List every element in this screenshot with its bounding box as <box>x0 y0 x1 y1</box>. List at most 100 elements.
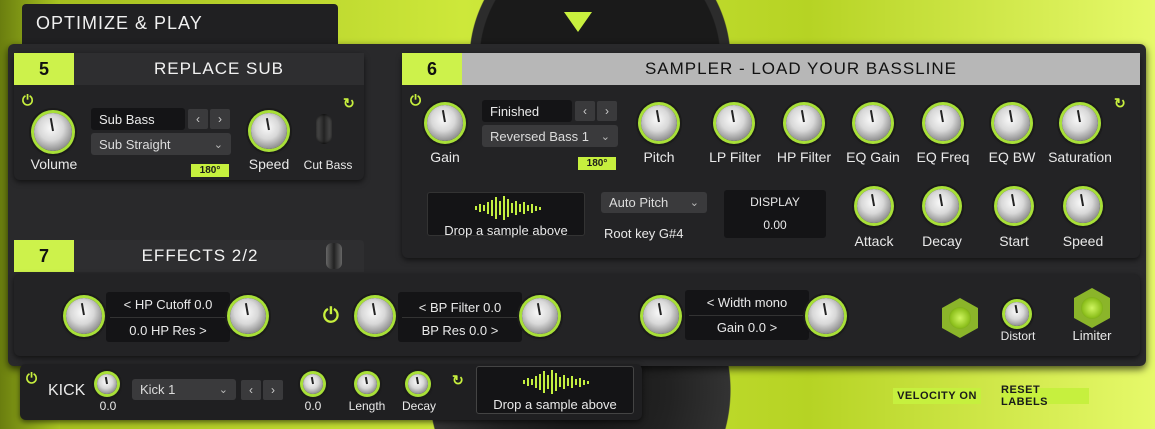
hp-cutoff-knob[interactable] <box>66 298 102 334</box>
kick-preset-value: Kick 1 <box>140 382 176 397</box>
pitch-knob[interactable] <box>641 105 677 141</box>
hp-res-knob[interactable] <box>230 298 266 334</box>
variant-value: Reversed Bass 1 <box>490 128 589 144</box>
drop-zone-label: Drop a sample above <box>493 397 617 412</box>
effects-header: 7 EFFECTS 2/2 <box>14 240 364 272</box>
chevron-down-icon: ⌄ <box>213 138 223 151</box>
volume-knob[interactable] <box>34 113 72 151</box>
distort-label: Distort <box>1000 329 1036 343</box>
eq-gain-label: EQ Gain <box>846 149 900 165</box>
variant-value: Sub Straight <box>99 136 171 152</box>
decay-knob[interactable] <box>925 189 959 223</box>
cut-bass-toggle[interactable] <box>316 114 332 144</box>
volume-label: Volume <box>30 156 78 172</box>
next-kick-button[interactable]: › <box>263 380 283 400</box>
attack-knob[interactable] <box>857 189 891 223</box>
eq-gain-knob[interactable] <box>855 105 891 141</box>
eq-bw-knob[interactable] <box>994 105 1030 141</box>
start-label: Start <box>999 233 1029 249</box>
speed-label: Speed <box>248 156 290 172</box>
reset-labels-button[interactable]: RESET LABELS <box>1001 384 1089 408</box>
kick-decay-knob[interactable] <box>408 374 428 394</box>
bp-filter-knob[interactable] <box>357 298 393 334</box>
power-icon[interactable]: ⏻ <box>323 305 339 328</box>
auto-pitch-value: Auto Pitch <box>609 195 669 210</box>
divider <box>689 315 805 316</box>
saturation-label: Saturation <box>1048 149 1112 165</box>
page-title: OPTIMIZE & PLAY <box>36 13 203 33</box>
gain-value[interactable]: Gain 0.0 > <box>685 320 809 335</box>
cut-bass-label: Cut Bass <box>303 158 353 172</box>
velocity-button[interactable]: VELOCITY ON <box>893 388 981 404</box>
preset-field[interactable]: Sub Bass <box>91 108 185 130</box>
power-icon[interactable]: ⏻ <box>22 92 33 109</box>
kick-volume-knob[interactable] <box>97 374 117 394</box>
speed-knob[interactable] <box>251 113 287 149</box>
variant-dropdown[interactable]: Reversed Bass 1 ⌄ <box>482 125 618 147</box>
refresh-icon[interactable]: ↻ <box>452 372 464 389</box>
auto-pitch-dropdown[interactable]: Auto Pitch ⌄ <box>601 192 707 213</box>
start-knob[interactable] <box>997 189 1031 223</box>
chevron-down-icon: ⌄ <box>218 384 228 396</box>
root-key-label: Root key G#4 <box>604 226 684 241</box>
hp-cutoff-value[interactable]: < HP Cutoff 0.0 <box>106 297 230 312</box>
gain-label: Gain <box>430 149 460 165</box>
lp-filter-label: LP Filter <box>709 149 761 165</box>
variant-dropdown[interactable]: Sub Straight ⌄ <box>91 133 231 155</box>
kick-pitch-value: 0.0 <box>304 399 322 413</box>
width-value[interactable]: < Width mono <box>685 295 809 310</box>
refresh-icon[interactable]: ↻ <box>343 95 355 112</box>
replace-sub-header: 5 REPLACE SUB <box>14 53 364 85</box>
phase-badge[interactable]: 180° <box>191 164 229 177</box>
kick-length-knob[interactable] <box>357 374 377 394</box>
section-number: 6 <box>402 53 462 85</box>
kick-preset-dropdown[interactable]: Kick 1 ⌄ <box>132 379 236 400</box>
bp-res-knob[interactable] <box>522 298 558 334</box>
section-title: SAMPLER - LOAD YOUR BASSLINE <box>644 59 958 78</box>
speed-label: Speed <box>1062 233 1104 249</box>
prev-preset-button[interactable]: ‹ <box>575 101 595 121</box>
hp-filter-label: HP Filter <box>776 149 832 165</box>
section-number: 7 <box>14 240 74 272</box>
divider <box>402 317 518 318</box>
prev-preset-button[interactable]: ‹ <box>188 109 208 129</box>
display-value: 0.00 <box>763 218 787 232</box>
phase-badge[interactable]: 180° <box>578 157 616 170</box>
kick-length-label: Length <box>348 399 386 413</box>
prev-kick-button[interactable]: ‹ <box>241 380 261 400</box>
power-icon[interactable]: ⏻ <box>26 370 37 387</box>
bp-res-value[interactable]: BP Res 0.0 > <box>398 323 522 338</box>
effects-toggle[interactable] <box>326 243 342 269</box>
divider <box>110 317 226 318</box>
saturation-knob[interactable] <box>1062 105 1098 141</box>
decay-label: Decay <box>922 233 962 249</box>
section-number: 5 <box>14 53 74 85</box>
bp-filter-value[interactable]: < BP Filter 0.0 <box>398 300 522 315</box>
chevron-down-icon: ⌄ <box>600 130 610 143</box>
pitch-label: Pitch <box>643 149 675 165</box>
kick-pitch-knob[interactable] <box>303 374 323 394</box>
next-preset-button[interactable]: › <box>210 109 230 129</box>
width-knob[interactable] <box>643 298 679 334</box>
sampler-header: 6 SAMPLER - LOAD YOUR BASSLINE <box>402 53 1140 85</box>
section-title: EFFECTS 2/2 <box>141 246 259 265</box>
power-icon[interactable]: ⏻ <box>410 92 421 109</box>
speed-knob[interactable] <box>1066 189 1100 223</box>
width-gain-knob[interactable] <box>808 298 844 334</box>
hp-res-value[interactable]: 0.0 HP Res > <box>106 323 230 338</box>
eq-freq-knob[interactable] <box>925 105 961 141</box>
lp-filter-knob[interactable] <box>716 105 752 141</box>
next-preset-button[interactable]: › <box>597 101 617 121</box>
display-label: DISPLAY <box>750 195 800 209</box>
kick-decay-label: Decay <box>401 399 436 413</box>
refresh-icon[interactable]: ↻ <box>1114 95 1126 112</box>
collapse-arrow-icon[interactable] <box>564 12 592 32</box>
gain-knob[interactable] <box>427 105 463 141</box>
attack-label: Attack <box>854 233 894 249</box>
waveform-icon <box>523 370 589 394</box>
eq-bw-label: EQ BW <box>988 149 1036 165</box>
preset-field[interactable]: Finished <box>482 100 572 122</box>
distort-knob[interactable] <box>1005 302 1029 326</box>
hp-filter-knob[interactable] <box>786 105 822 141</box>
eq-freq-label: EQ Freq <box>916 149 970 165</box>
